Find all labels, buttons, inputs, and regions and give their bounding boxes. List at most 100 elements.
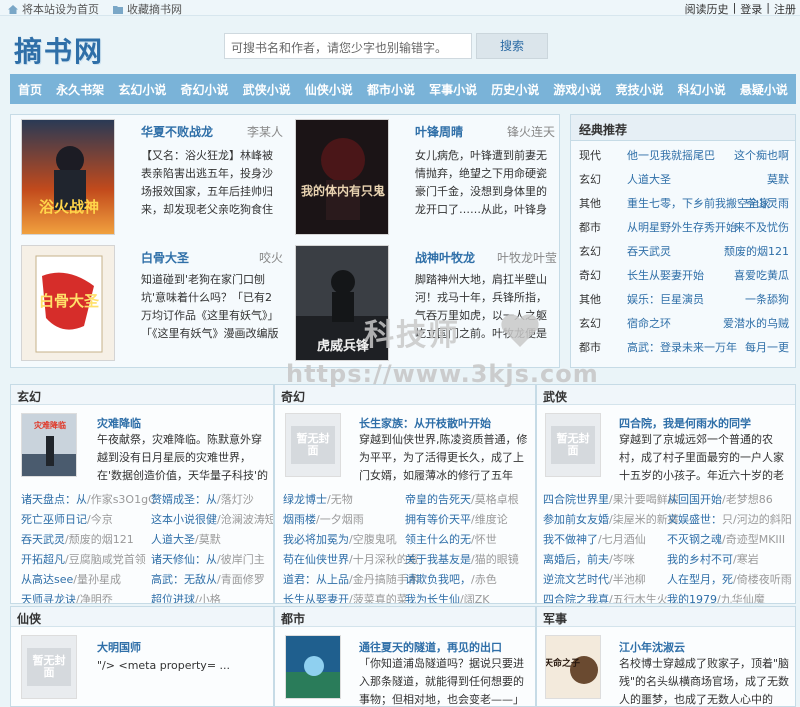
book-title[interactable]: 长生家族：从开枝散叶开始 [359, 415, 491, 431]
book-title[interactable]: 帝皇的告死天 [405, 493, 471, 506]
book-title[interactable]: 苟在仙侠世界 [283, 553, 349, 566]
book-title[interactable]: 高武：登录未来一万年 [627, 339, 737, 355]
nav-item-qihuan[interactable]: 奇幻小说 [180, 81, 228, 98]
list-item[interactable]: 四合院世界里/果汁要喝鲜榨 从回国开始/老梦想86 [543, 491, 793, 511]
book-title[interactable]: 离婚后，前夫 [543, 553, 609, 566]
nav-item-bookshelf[interactable]: 永久书架 [56, 81, 104, 98]
list-item[interactable]: 绿龙博士/无物 帝皇的告死天/莫格卓根 [283, 491, 533, 511]
book-title[interactable]: 领主什么的无 [405, 533, 471, 546]
set-home-link[interactable]: 将本站设为首页 [8, 1, 99, 17]
book-author[interactable]: 颓废的烟121 [724, 243, 789, 259]
book-title[interactable]: 战神叶牧龙 [415, 249, 475, 266]
book-author[interactable]: /无物 [327, 493, 353, 506]
book-title[interactable]: 超位进球 [151, 593, 195, 603]
list-item[interactable]: 诸天盘点：从/作家s3O1gC 赘婿成圣：从/落灯沙 [21, 491, 271, 511]
book-cover[interactable]: 天命之子 [545, 635, 601, 699]
book-author[interactable]: 莫默 [767, 171, 789, 187]
book-title[interactable]: 人在型月，死 [667, 573, 733, 586]
book-author[interactable]: /一夕烟雨 [316, 513, 364, 526]
list-item[interactable]: 吞天武灵/颓废的烟121 人道大圣/莫默 [21, 531, 271, 551]
book-title[interactable]: 白骨大圣 [141, 249, 189, 266]
book-author[interactable]: /赤色 [471, 573, 497, 586]
book-author[interactable]: /颓废的烟121 [65, 533, 134, 546]
nav-item-junshi[interactable]: 军事小说 [429, 81, 477, 98]
nav-item-jingji[interactable]: 竞技小说 [616, 81, 664, 98]
book-author[interactable]: /莫默 [195, 533, 221, 546]
book-author[interactable]: /量孙星成 [73, 573, 121, 586]
list-item[interactable]: 现代 他一见我就摇尾巴 这个痴也啊 [579, 147, 791, 167]
book-title[interactable]: 通往夏天的隧道，再见的出口 [359, 639, 502, 655]
book-title[interactable]: 拥有等价天平 [405, 513, 471, 526]
book-cover[interactable]: 暂无封面 [545, 413, 601, 477]
book-title[interactable]: 烟雨楼 [283, 513, 316, 526]
book-author[interactable]: /菠菜真的菜 [349, 593, 408, 603]
book-author[interactable]: 锋火连天 [507, 123, 555, 140]
book-title[interactable]: 江小年沈淑云 [619, 639, 685, 655]
list-item[interactable]: 我必将加冕为/空腹鬼吼 领主什么的无/怀世 [283, 531, 533, 551]
book-cover[interactable]: 浴火战神 [21, 119, 115, 235]
section-title[interactable]: 军事 [537, 607, 795, 627]
list-item[interactable]: 长生从娶妻开/菠菜真的菜 我为长生仙/阔ZK [283, 591, 533, 603]
book-author[interactable]: 爱潜水的乌贼 [723, 315, 789, 331]
book-title[interactable]: 我必将加冕为 [283, 533, 349, 546]
list-item[interactable]: 烟雨楼/一夕烟雨 拥有等价天平/维度论 [283, 511, 533, 531]
list-item[interactable]: 道君：从上品/金丹搞随手术 请欺负我吧，/赤色 [283, 571, 533, 591]
book-author[interactable]: /沧澜波涛短 [217, 513, 273, 526]
list-item[interactable]: 玄幻 人道大圣 莫默 [579, 171, 791, 191]
book-author[interactable]: /七月酒仙 [598, 533, 646, 546]
book-author[interactable]: /小格 [195, 593, 221, 603]
book-cover[interactable] [285, 635, 341, 699]
book-author[interactable]: 李某人 [247, 123, 283, 140]
nav-item-youxi[interactable]: 游戏小说 [553, 81, 601, 98]
book-title[interactable]: 我的乡村不可 [667, 553, 733, 566]
nav-item-kehuan[interactable]: 科幻小说 [678, 81, 726, 98]
book-title[interactable]: 长生从娶妻开 [283, 593, 349, 603]
book-title[interactable]: 关于我基友是 [405, 553, 471, 566]
site-logo[interactable]: 摘书网 [14, 30, 104, 70]
book-title[interactable]: 从明星野外生存秀开始 [627, 219, 737, 235]
book-author[interactable]: /落灯沙 [217, 493, 254, 506]
list-item[interactable]: 开拓超凡/豆腐脑咸党首领 诸天修仙：从/彼岸门主 [21, 551, 271, 571]
list-item[interactable]: 其他 娱乐：巨星演员 一条舔狗 [579, 291, 791, 311]
list-item[interactable]: 玄幻 宿命之环 爱潜水的乌贼 [579, 315, 791, 335]
book-title[interactable]: 文娱盛世： [667, 513, 722, 526]
book-title[interactable]: 大明国师 [97, 639, 141, 655]
book-title[interactable]: 人道大圣 [627, 171, 671, 187]
book-author[interactable]: 叶牧龙叶莹 [497, 249, 557, 266]
book-author[interactable]: /阔ZK [460, 593, 489, 603]
list-item[interactable]: 我不做神了/七月酒仙 不灭钢之魂/奇迹型MKIII [543, 531, 793, 551]
list-item[interactable]: 死亡巫师日记/今京 这本小说很健/沧澜波涛短 [21, 511, 273, 531]
book-author[interactable]: 每月一更 [745, 339, 789, 355]
list-item[interactable]: 都市 高武：登录未来一万年 每月一更 [579, 339, 791, 359]
book-title[interactable]: 这本小说很健 [151, 513, 217, 526]
nav-item-lishi[interactable]: 历史小说 [491, 81, 539, 98]
book-title[interactable]: 从高达see [21, 573, 73, 586]
book-title[interactable]: 四合院世界里 [543, 493, 609, 506]
nav-item-xuanyi[interactable]: 悬疑小说 [740, 81, 788, 98]
book-title[interactable]: 他一见我就摇尾巴 [627, 147, 715, 163]
book-title[interactable]: 诸天盘点：从 [21, 493, 87, 506]
book-title[interactable]: 请欺负我吧， [405, 573, 471, 586]
book-author[interactable]: /猫的眼镜 [471, 553, 519, 566]
book-title[interactable]: 叶锋周晴 [415, 123, 463, 140]
book-author[interactable]: 一条舔狗 [745, 291, 789, 307]
book-author[interactable]: /作家s3O1gC [87, 493, 156, 506]
book-author[interactable]: /维度论 [471, 513, 508, 526]
book-title[interactable]: 绿龙博士 [283, 493, 327, 506]
book-cover[interactable]: 灾难降临 [21, 413, 77, 477]
nav-item-home[interactable]: 首页 [18, 81, 42, 98]
login-link[interactable]: 登录 [740, 1, 762, 17]
section-title[interactable]: 都市 [275, 607, 535, 627]
nav-item-xianxia[interactable]: 仙侠小说 [305, 81, 353, 98]
list-item[interactable]: 从高达see/量孙星成 高武：无敌从/青面修罗 [21, 571, 271, 591]
book-title[interactable]: 赘婿成圣：从 [151, 493, 217, 506]
book-author[interactable]: 喜爱吃黄瓜 [734, 267, 789, 283]
book-cover[interactable]: 暂无封面 [21, 635, 77, 699]
section-title[interactable]: 奇幻 [275, 385, 535, 405]
list-item[interactable]: 天师寻龙诀/净明乔 超位进球/小格 [21, 591, 271, 603]
list-item[interactable]: 玄幻 吞天武灵 颓废的烟121 [579, 243, 791, 263]
book-author[interactable]: /奇迹型MKIII [722, 533, 785, 546]
book-title[interactable]: 不灭钢之魂 [667, 533, 722, 546]
book-title[interactable]: 灾难降临 [97, 415, 141, 431]
book-title[interactable]: 娱乐：巨星演员 [627, 291, 704, 307]
